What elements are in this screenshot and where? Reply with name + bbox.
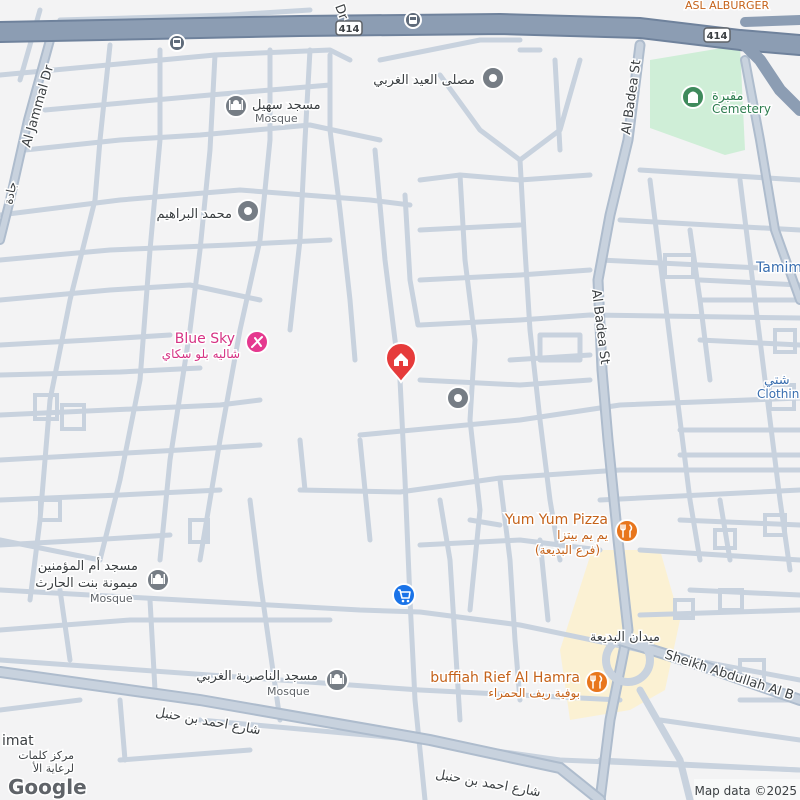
poi-sublabel: يم يم بيتزا (557, 528, 608, 543)
poi-sublabel: (فرع البديعة) (535, 543, 600, 558)
poi-badea-square[interactable]: ميدان البديعة (588, 629, 661, 647)
map-attribution[interactable]: Map data ©2025 (694, 779, 800, 800)
poi-sublabel: Mosque (267, 685, 310, 698)
google-logo: Google (7, 774, 89, 800)
poi-label: buffiah Rief Al Hamra (430, 670, 580, 686)
svg-text:Google: Google (8, 775, 87, 799)
bus-stop-icon[interactable] (168, 34, 186, 52)
poi-label: Yum Yum Pizza (504, 512, 608, 528)
recreation-icon (245, 330, 269, 354)
poi-label: مسجد أم المؤمنين (38, 557, 138, 574)
poi-label: ASL ALBURGER (685, 0, 770, 12)
mosque-icon (224, 94, 248, 118)
place-pin-icon (446, 386, 470, 410)
poi-shop[interactable] (392, 583, 416, 607)
map-canvas[interactable]: 414 414 Al Jammal Dr Dr جادة Al Badea St… (0, 0, 800, 800)
svg-text:Map data ©2025: Map data ©2025 (694, 784, 797, 798)
poi-sublabel: Mosque (90, 592, 133, 605)
poi-sublabel: Clothin (757, 387, 799, 401)
shopping-cart-icon (392, 583, 416, 607)
svg-text:414: 414 (707, 31, 728, 42)
cemetery-icon (681, 85, 705, 109)
poi-label: مركز كلمات (18, 749, 74, 762)
poi-label: شتي (764, 373, 790, 388)
poi-sublabel: Cemetery (712, 102, 771, 116)
restaurant-icon (585, 670, 609, 694)
poi-label: Blue Sky (175, 331, 235, 347)
mosque-icon (325, 668, 349, 692)
place-pin-icon (236, 199, 260, 223)
poi-label: مسجد سهيل (252, 98, 321, 113)
highway-shield: 414 (703, 27, 731, 43)
mosque-icon (146, 568, 170, 592)
poi-label: مسجد الناصرية الغربي (196, 669, 318, 684)
poi-label: Tamim (755, 260, 800, 276)
svg-text:414: 414 (339, 24, 360, 35)
poi-sublabel: Mosque (255, 112, 298, 125)
poi-tamim[interactable]: Tamim (754, 259, 800, 278)
poi-label: ميمونة بنت الحارث (35, 576, 138, 591)
poi-asl-alburger[interactable]: ASL ALBURGER (684, 0, 772, 14)
poi-label: مصلى العيد الغربي (373, 73, 475, 88)
restaurant-icon (615, 519, 639, 543)
poi-label: لرعاية الأ (32, 761, 74, 775)
bus-stop-icon[interactable] (404, 11, 422, 29)
poi-sublabel: شاليه بلو سكاي (162, 347, 240, 362)
poi-label: محمد البراهيم (156, 207, 232, 222)
place-pin-icon (481, 66, 505, 90)
poi-label: ميدان البديعة (590, 630, 660, 645)
highway-shield: 414 (335, 20, 363, 36)
poi-sublabel: بوفية ريف الحمراء (488, 686, 580, 701)
poi-label: imat (2, 733, 34, 749)
poi-unnamed-place[interactable] (446, 386, 470, 410)
